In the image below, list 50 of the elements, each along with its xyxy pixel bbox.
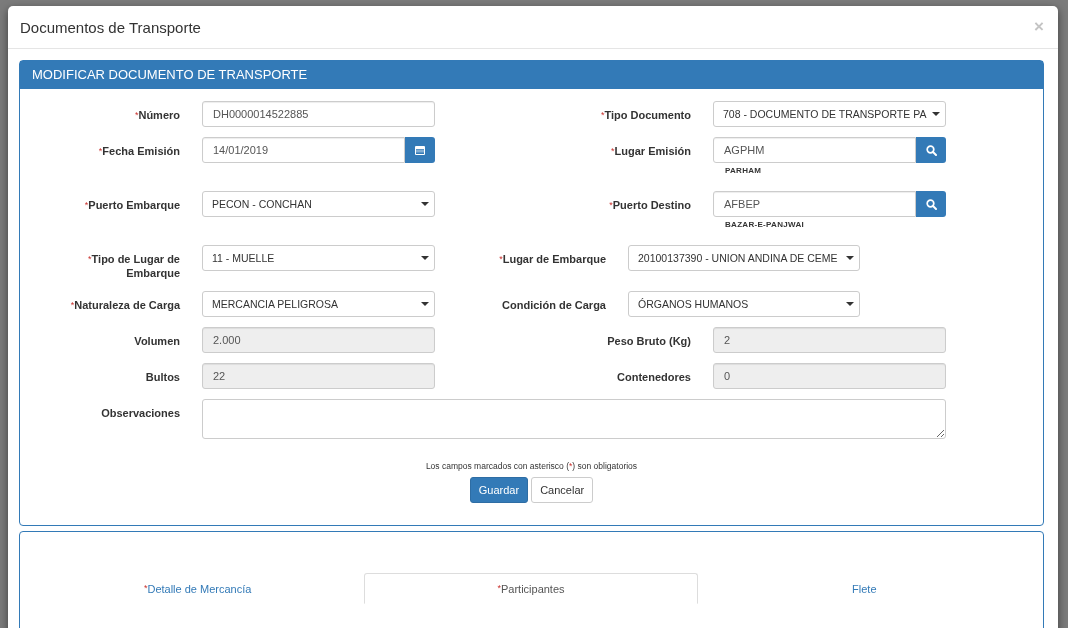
- text-field[interactable]: AGPHM: [713, 137, 916, 163]
- place-name: PARHAM: [724, 165, 763, 175]
- caret-icon: [421, 256, 429, 260]
- field-label: *Número: [133, 108, 180, 122]
- tab[interactable]: *Participantes: [364, 573, 698, 604]
- calendar-icon: [415, 145, 425, 155]
- text-field[interactable]: AFBEP: [713, 191, 916, 217]
- field-label: *Puerto Embarque: [83, 198, 180, 212]
- date-field[interactable]: 14/01/2019: [202, 137, 405, 163]
- text-field[interactable]: 22: [202, 363, 435, 389]
- field-label: Condición de Carga: [501, 298, 606, 312]
- field-label: Volumen: [133, 334, 180, 348]
- search-button[interactable]: [916, 191, 946, 217]
- field-label: Contenedores: [616, 370, 691, 384]
- field-label: Peso Bruto (Kg): [606, 334, 691, 348]
- field-label: Bultos: [144, 370, 180, 384]
- search-button[interactable]: [916, 137, 946, 163]
- caret-icon: [932, 112, 940, 116]
- panel-title: MODIFICAR DOCUMENTO DE TRANSPORTE: [20, 61, 1043, 89]
- search-icon: [925, 198, 937, 210]
- caret-icon: [421, 202, 429, 206]
- save-button[interactable]: Guardar: [469, 477, 529, 503]
- field-label: *Tipo Documento: [599, 108, 691, 122]
- text-field[interactable]: 2.000: [202, 327, 435, 353]
- caret-icon: [846, 302, 854, 306]
- select-field[interactable]: 20100137390 - UNION ANDINA DE CEME: [628, 245, 860, 271]
- place-name: BAZAR-E-PANJWAI: [724, 219, 805, 229]
- caret-icon: [846, 256, 854, 260]
- calendar-button[interactable]: [405, 137, 435, 163]
- observations-field[interactable]: [202, 399, 946, 439]
- select-field[interactable]: PECON - CONCHAN: [202, 191, 435, 217]
- search-icon: [925, 144, 937, 156]
- text-field[interactable]: DH0000014522885: [202, 101, 435, 127]
- text-field[interactable]: 0: [713, 363, 946, 389]
- select-field[interactable]: 708 - DOCUMENTO DE TRANSPORTE PA: [713, 101, 946, 127]
- select-field[interactable]: ÓRGANOS HUMANOS: [628, 291, 860, 317]
- select-field[interactable]: 11 - MUELLE: [202, 245, 435, 271]
- field-label: *Naturaleza de Carga: [69, 298, 180, 312]
- caret-icon: [421, 302, 429, 306]
- cancel-button[interactable]: Cancelar: [531, 477, 594, 503]
- text-field[interactable]: 2: [713, 327, 946, 353]
- dialog-title: Documentos de Transporte: [20, 18, 201, 36]
- field-label: *Lugar Emisión: [610, 144, 691, 158]
- field-label: *Lugar de Embarque: [498, 252, 606, 266]
- field-label: *Tipo de Lugar de Embarque: [87, 252, 180, 280]
- required-note: Los campos marcados con asterisco (*) son obligatorios: [424, 461, 639, 471]
- field-label: *Puerto Destino: [608, 198, 691, 212]
- select-field[interactable]: MERCANCIA PELIGROSA: [202, 291, 435, 317]
- field-label: *Fecha Emisión: [97, 144, 180, 158]
- field-label: Observaciones: [100, 406, 180, 420]
